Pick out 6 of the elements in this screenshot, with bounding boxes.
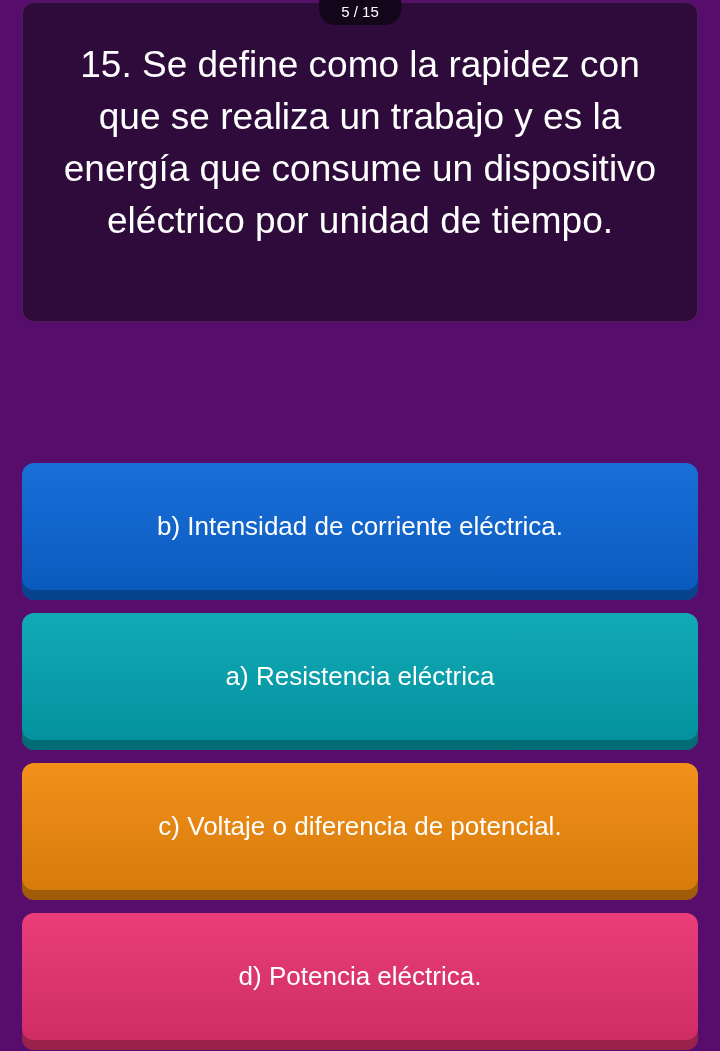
- answer-option[interactable]: c) Voltaje o diferencia de potencial.: [22, 763, 698, 900]
- answer-option[interactable]: d) Potencia eléctrica.: [22, 913, 698, 1050]
- question-text: 15. Se define como la rapidez con que se realiza un trabajo y es la energía que consume un dispositivo eléctrico por unidad de tiempo.: [62, 43, 658, 243]
- answer-option[interactable]: b) Intensidad de corriente eléctrica.: [22, 463, 698, 600]
- answer-option[interactable]: a) Resistencia eléctrica: [22, 613, 698, 750]
- question-counter: 5 / 15: [319, 0, 401, 25]
